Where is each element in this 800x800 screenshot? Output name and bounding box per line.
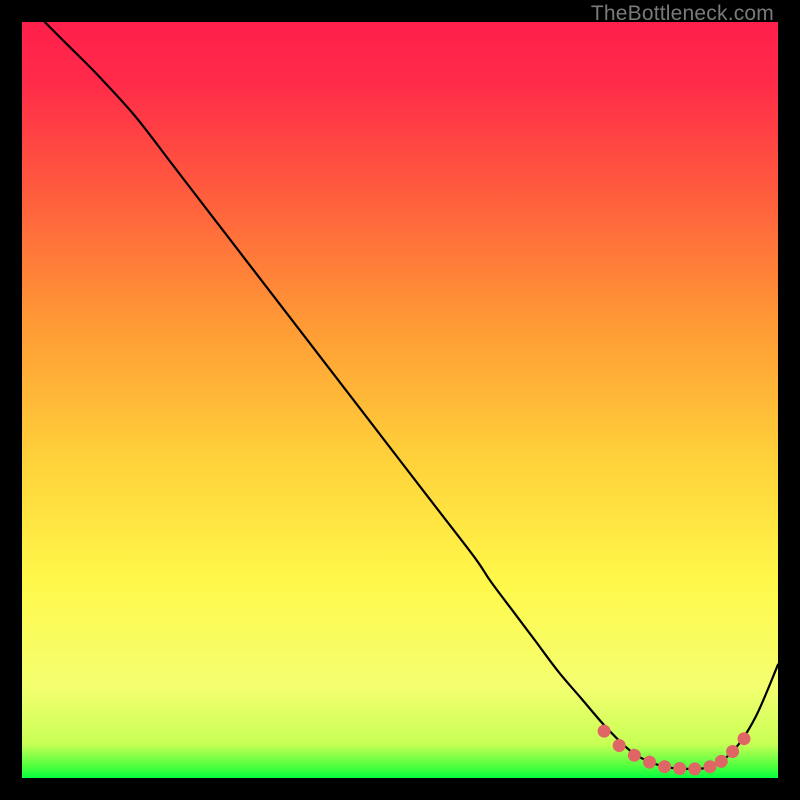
optimal-marker [598,725,611,738]
optimal-marker [643,756,656,769]
gradient-background [22,22,778,778]
optimal-marker [613,739,626,752]
chart-frame [22,22,778,778]
optimal-marker [715,755,728,768]
optimal-marker [688,762,701,775]
watermark-text: TheBottleneck.com [591,2,774,26]
bottleneck-chart [22,22,778,778]
optimal-marker [738,732,751,745]
optimal-marker [658,760,671,773]
optimal-marker [673,762,686,775]
optimal-marker [726,745,739,758]
optimal-marker [704,760,717,773]
optimal-marker [628,749,641,762]
